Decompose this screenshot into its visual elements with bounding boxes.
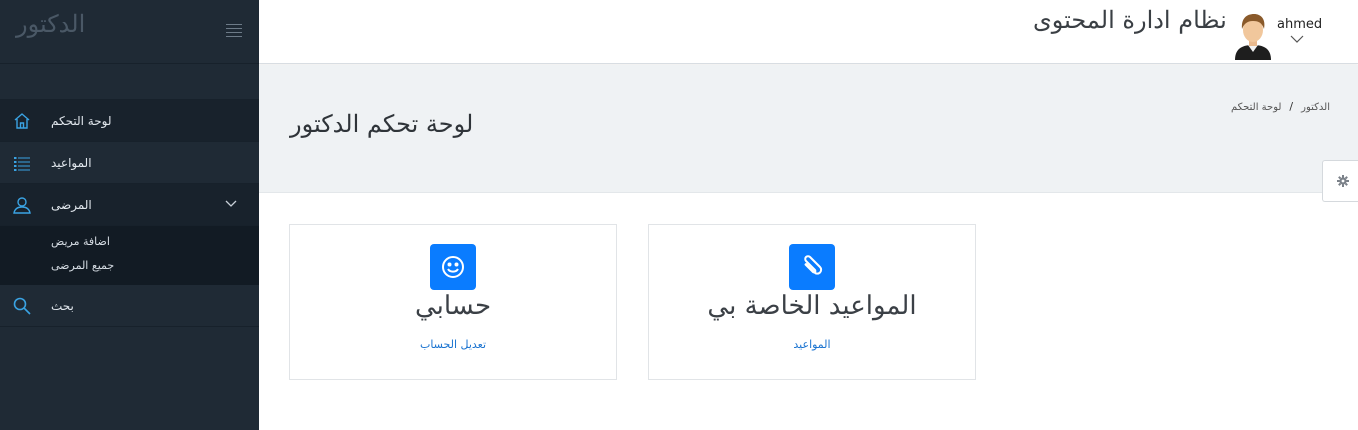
menu-toggle-icon[interactable] [226,24,242,37]
search-icon [13,297,31,315]
user-icon [13,197,31,214]
card-title: المواعيد الخاصة بي [707,291,917,321]
username[interactable]: ahmed [1277,17,1322,32]
smiley-icon [442,256,464,278]
list-icon [14,157,30,171]
site-title: نظام ادارة المحتوى [1033,6,1227,34]
sidebar-item-appointments[interactable]: المواعيد [0,142,259,184]
sidebar-spacer [0,64,259,100]
page-header: لوحة تحكم الدكتور الدكتور / لوحة التحكم [259,65,1358,202]
sidebar-item-patients[interactable]: المرضى [0,184,259,226]
gear-icon [1337,175,1349,187]
breadcrumb-separator: / [1289,100,1294,113]
sidebar-item-label: المواعيد [51,155,92,170]
brand-logo-text: الدكتور [16,10,86,38]
appointments-link[interactable]: المواعيد [649,338,975,351]
sidebar-item-search[interactable]: بحث [0,285,259,327]
card-my-appointments: المواعيد الخاصة بي المواعيد [648,224,976,380]
sidebar-item-label: لوحة التحكم [51,113,112,128]
card-icon-box [789,244,835,290]
breadcrumb: الدكتور / لوحة التحكم [1231,100,1330,113]
edit-account-link[interactable]: تعديل الحساب [290,338,616,351]
sidebar-subitem-all-patients[interactable]: جميع المرضى [0,255,259,279]
chevron-down-icon [225,200,237,207]
settings-button[interactable] [1322,160,1358,202]
sidebar-item-label: بحث [51,298,74,313]
card-icon-box [430,244,476,290]
sidebar-subitem-add-patient[interactable]: اضافة مريض [0,231,259,255]
card-title: حسابي [414,291,492,321]
sidebar-item-label: المرضى [51,197,92,212]
sidebar-brand: الدكتور [0,0,259,64]
paperclip-icon [804,255,823,275]
avatar[interactable] [1233,12,1273,60]
sidebar-item-dashboard[interactable]: لوحة التحكم [0,100,259,142]
chevron-down-icon[interactable] [1290,35,1304,44]
sidebar: الدكتور لوحة التحكم المواعيد المرضى اضاف… [0,0,259,430]
card-my-account: حسابي تعديل الحساب [289,224,617,380]
breadcrumb-item-doctor[interactable]: الدكتور [1301,102,1330,113]
top-header: نظام ادارة المحتوى ahmed [259,0,1358,64]
breadcrumb-item-dashboard[interactable]: لوحة التحكم [1231,102,1281,113]
patients-submenu: اضافة مريض جميع المرضى [0,226,259,285]
page-title: لوحة تحكم الدكتور [290,110,474,138]
home-icon [14,113,30,129]
